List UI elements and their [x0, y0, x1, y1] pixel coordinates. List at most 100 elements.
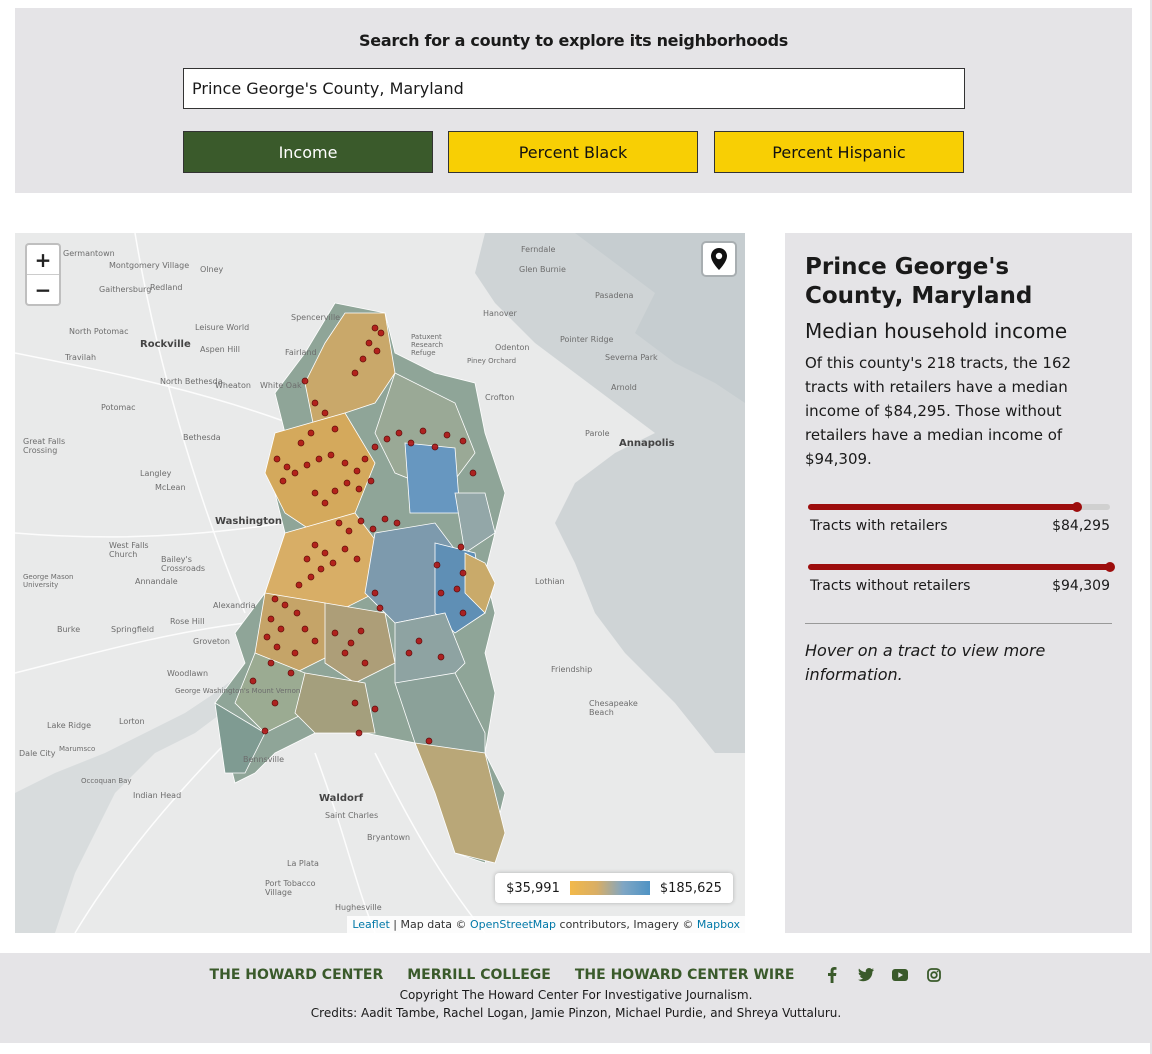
- mapbox-link[interactable]: Mapbox: [697, 918, 740, 931]
- map-label: Bryantown: [367, 833, 411, 842]
- attribution-text: | Map data ©: [393, 918, 467, 931]
- map-label: Odenton: [495, 343, 530, 352]
- map-label: Arnold: [611, 383, 637, 392]
- map-label: George Mason University: [23, 573, 74, 589]
- map-label: Potomac: [101, 403, 136, 412]
- youtube-icon[interactable]: [892, 967, 909, 983]
- legend-min: $35,991: [506, 880, 560, 896]
- map-label: Woodlawn: [167, 669, 209, 678]
- map-label: Fairland: [285, 348, 317, 357]
- map-label: Waldorf: [319, 793, 364, 804]
- map-label: Lake Ridge: [47, 721, 92, 730]
- map-label: Crofton: [485, 393, 515, 402]
- map-label: Alexandria: [213, 601, 256, 610]
- map-label: Langley: [140, 469, 172, 478]
- map-label: Washington: [215, 516, 282, 527]
- percent-black-button[interactable]: Percent Black: [448, 131, 698, 173]
- bar-fill: [808, 564, 1110, 570]
- map-label: Friendship: [551, 665, 593, 674]
- map-label: White Oak: [260, 381, 302, 390]
- percent-hispanic-button[interactable]: Percent Hispanic: [714, 131, 964, 173]
- instagram-icon[interactable]: [926, 967, 942, 983]
- howard-center-wire-link[interactable]: THE HOWARD CENTER WIRE: [575, 967, 795, 983]
- bar-fill: [808, 504, 1077, 510]
- map-label: Piney Orchard: [467, 357, 517, 365]
- map-pin-icon: [711, 248, 727, 270]
- bar-marker: [1071, 502, 1082, 512]
- metric-subtitle: Median household income: [805, 319, 1068, 343]
- map-label: Germantown: [63, 249, 115, 258]
- map-legend: $35,991 $185,625: [495, 873, 733, 903]
- zoom-out-button[interactable]: −: [27, 274, 59, 304]
- map-label: Leisure World: [195, 323, 250, 332]
- map-label: Pointer Ridge: [560, 335, 614, 344]
- map-label: Parole: [585, 429, 610, 438]
- county-map[interactable]: Germantown Montgomery Village Gaithersbu…: [15, 233, 745, 933]
- map-label: Springfield: [111, 625, 155, 634]
- map-label: Glen Burnie: [519, 265, 566, 274]
- hover-hint: Hover on a tract to view more informatio…: [805, 641, 1046, 684]
- map-label: Patuxent Research Refuge: [411, 333, 444, 357]
- footer-nav: THE HOWARD CENTER MERRILL COLLEGE THE HO…: [0, 967, 1152, 983]
- map-label: Gaithersburg: [99, 285, 152, 294]
- map-label: Olney: [200, 265, 224, 274]
- social-links: [824, 967, 942, 983]
- map-label: West Falls Church: [109, 541, 149, 559]
- map-label: Occoquan Bay: [81, 777, 132, 785]
- map-label: Hanover: [483, 309, 517, 318]
- attribution-text: contributors, Imagery ©: [559, 918, 694, 931]
- map-label: Lorton: [119, 717, 145, 726]
- map-label: North Potomac: [69, 327, 129, 336]
- zoom-in-button[interactable]: +: [27, 245, 59, 274]
- info-panel: Prince George's County, Maryland Median …: [785, 233, 1132, 933]
- map-label: Saint Charles: [325, 811, 379, 820]
- map-label: Ferndale: [521, 245, 556, 254]
- map-label: Dale City: [19, 749, 56, 758]
- map-label: Bethesda: [183, 433, 221, 442]
- map-label: Bennsville: [243, 755, 285, 764]
- map-basemap: [15, 233, 745, 933]
- credits-text: Credits: Aadit Tambe, Rachel Logan, Jami…: [310, 1006, 842, 1020]
- merrill-college-link[interactable]: MERRILL COLLEGE: [407, 967, 551, 983]
- bar-value: $94,309: [1052, 578, 1110, 594]
- legend-max: $185,625: [659, 880, 722, 896]
- bar-value: $84,295: [1052, 518, 1110, 534]
- map-label: Redland: [150, 283, 183, 292]
- map-label: Great Falls Crossing: [23, 437, 66, 455]
- map-label: Wheaton: [215, 381, 251, 390]
- map-label: La Plata: [287, 859, 319, 868]
- search-heading: Search for a county to explore its neigh…: [359, 31, 788, 50]
- locate-button[interactable]: [703, 243, 735, 275]
- bar-label: Tracts without retailers: [810, 578, 971, 594]
- map-label: Groveton: [193, 637, 230, 646]
- zoom-control: + −: [25, 243, 61, 306]
- map-label: Chesapeake Beach: [589, 699, 638, 717]
- openstreetmap-link[interactable]: OpenStreetMap: [470, 918, 556, 931]
- map-label: McLean: [155, 483, 186, 492]
- twitter-icon[interactable]: [858, 967, 875, 983]
- map-label: Annandale: [135, 577, 178, 586]
- map-label: Annapolis: [619, 438, 675, 449]
- map-label: Lothian: [535, 577, 565, 586]
- search-panel: Search for a county to explore its neigh…: [15, 8, 1132, 193]
- bar-label: Tracts with retailers: [810, 518, 948, 534]
- copyright-text: Copyright The Howard Center For Investig…: [399, 988, 753, 1002]
- map-attribution: Leaflet | Map data © OpenStreetMap contr…: [347, 916, 745, 933]
- bar-track: [808, 502, 1110, 512]
- income-button[interactable]: Income: [183, 131, 433, 173]
- howard-center-link[interactable]: THE HOWARD CENTER: [210, 967, 384, 983]
- map-label: Burke: [57, 625, 81, 634]
- divider: [805, 623, 1112, 624]
- map-label: Rose Hill: [170, 617, 205, 626]
- map-label: Rockville: [140, 339, 191, 350]
- facebook-icon[interactable]: [824, 967, 840, 983]
- map-label: Pasadena: [595, 291, 634, 300]
- leaflet-link[interactable]: Leaflet: [352, 918, 389, 931]
- county-search-input[interactable]: [183, 68, 965, 109]
- map-label: Bailey's Crossroads: [161, 555, 206, 573]
- map-label: Hughesville: [335, 903, 382, 912]
- map-label: Severna Park: [605, 353, 658, 362]
- map-label: Travilah: [65, 353, 97, 362]
- map-label: Indian Head: [133, 791, 182, 800]
- map-label: Spencerville: [291, 313, 341, 322]
